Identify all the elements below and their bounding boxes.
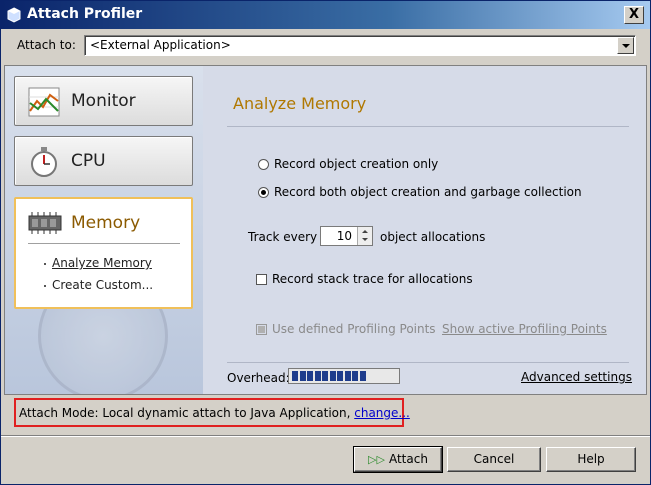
attach-to-value: <External Application> — [90, 38, 231, 52]
profiling-points-checkbox[interactable] — [256, 324, 267, 335]
overhead-meter — [288, 368, 400, 384]
settings-content: Analyze Memory Record object creation on… — [203, 66, 646, 394]
stopwatch-icon — [31, 147, 57, 177]
memory-chip-icon — [28, 212, 62, 234]
radio-creation-and-gc[interactable] — [258, 187, 269, 198]
profiler-cube-icon — [7, 7, 21, 23]
bullet-icon — [44, 263, 46, 265]
overhead-segment — [359, 371, 366, 381]
overhead-segment — [314, 371, 321, 381]
radio-creation-only[interactable] — [258, 159, 269, 170]
overhead-segment — [344, 371, 351, 381]
title-bar[interactable]: Attach Profiler X — [1, 1, 650, 29]
attach-button-label: Attach — [388, 452, 428, 466]
bullet-icon — [44, 285, 46, 287]
attach-profiler-dialog: Attach Profiler X Attach to: <External A… — [0, 0, 651, 485]
divider — [227, 126, 629, 127]
attach-mode-text: Attach Mode: Local dynamic attach to Jav… — [19, 406, 410, 420]
attach-arrow-icon: ▷▷ — [368, 453, 385, 466]
main-panel: Monitor CPU Memory Analyze Memory Create… — [4, 65, 647, 395]
stack-trace-checkbox[interactable] — [256, 274, 267, 285]
attach-to-combobox[interactable]: <External Application> — [84, 35, 636, 56]
overhead-segment — [292, 371, 298, 381]
divider — [227, 362, 629, 363]
track-every-label: Track every — [248, 230, 318, 244]
change-mode-link[interactable]: change... — [354, 406, 410, 420]
attach-mode-label: Attach Mode: — [19, 406, 99, 420]
divider — [28, 243, 180, 244]
chevron-down-icon[interactable] — [617, 37, 634, 54]
sidebar-item-cpu[interactable]: CPU — [14, 136, 193, 186]
allocations-value: 10 — [336, 229, 352, 243]
stack-trace-label[interactable]: Record stack trace for allocations — [272, 272, 473, 286]
overhead-segment — [322, 371, 328, 381]
category-sidebar: Monitor CPU Memory Analyze Memory Create… — [5, 66, 203, 394]
attach-mode-annotation: Attach Mode: Local dynamic attach to Jav… — [14, 398, 410, 427]
profiling-points-label: Use defined Profiling Points — [272, 322, 436, 336]
show-profiling-points-link[interactable]: Show active Profiling Points — [442, 322, 607, 336]
advanced-settings-link[interactable]: Advanced settings — [521, 370, 632, 384]
attach-to-label: Attach to: — [17, 38, 76, 52]
attach-mode-value: Local dynamic attach to Java Application… — [102, 406, 351, 420]
subitem-analyze-memory[interactable]: Analyze Memory — [52, 256, 152, 270]
sidebar-item-label: CPU — [71, 151, 106, 171]
overhead-segment — [307, 371, 313, 381]
allocations-spinner[interactable]: 10 — [320, 226, 373, 246]
sidebar-item-memory[interactable]: Memory Analyze Memory Create Custom... — [14, 197, 193, 309]
close-button[interactable]: X — [624, 6, 644, 24]
sidebar-item-label: Memory — [71, 213, 141, 233]
overhead-segment — [299, 371, 306, 381]
sidebar-item-monitor[interactable]: Monitor — [14, 76, 193, 126]
radio-creation-and-gc-label[interactable]: Record both object creation and garbage … — [274, 185, 582, 199]
overhead-segment — [329, 371, 336, 381]
page-title: Analyze Memory — [233, 94, 367, 113]
overhead-segment — [352, 371, 358, 381]
overhead-label: Overhead: — [227, 371, 290, 385]
cancel-button[interactable]: Cancel — [447, 447, 541, 472]
help-button[interactable]: Help — [546, 447, 636, 472]
sidebar-item-label: Monitor — [71, 91, 136, 111]
subitem-create-custom[interactable]: Create Custom... — [52, 278, 153, 292]
monitor-chart-icon — [28, 87, 60, 117]
attach-button[interactable]: ▷▷ Attach — [353, 446, 443, 473]
divider — [1, 435, 650, 437]
window-title: Attach Profiler — [27, 6, 143, 22]
radio-creation-only-label[interactable]: Record object creation only — [274, 157, 438, 171]
attach-to-row: Attach to: <External Application> — [1, 33, 650, 59]
object-allocations-label: object allocations — [380, 230, 486, 244]
overhead-segment — [337, 371, 343, 381]
spinner-arrows-icon[interactable] — [357, 227, 372, 245]
